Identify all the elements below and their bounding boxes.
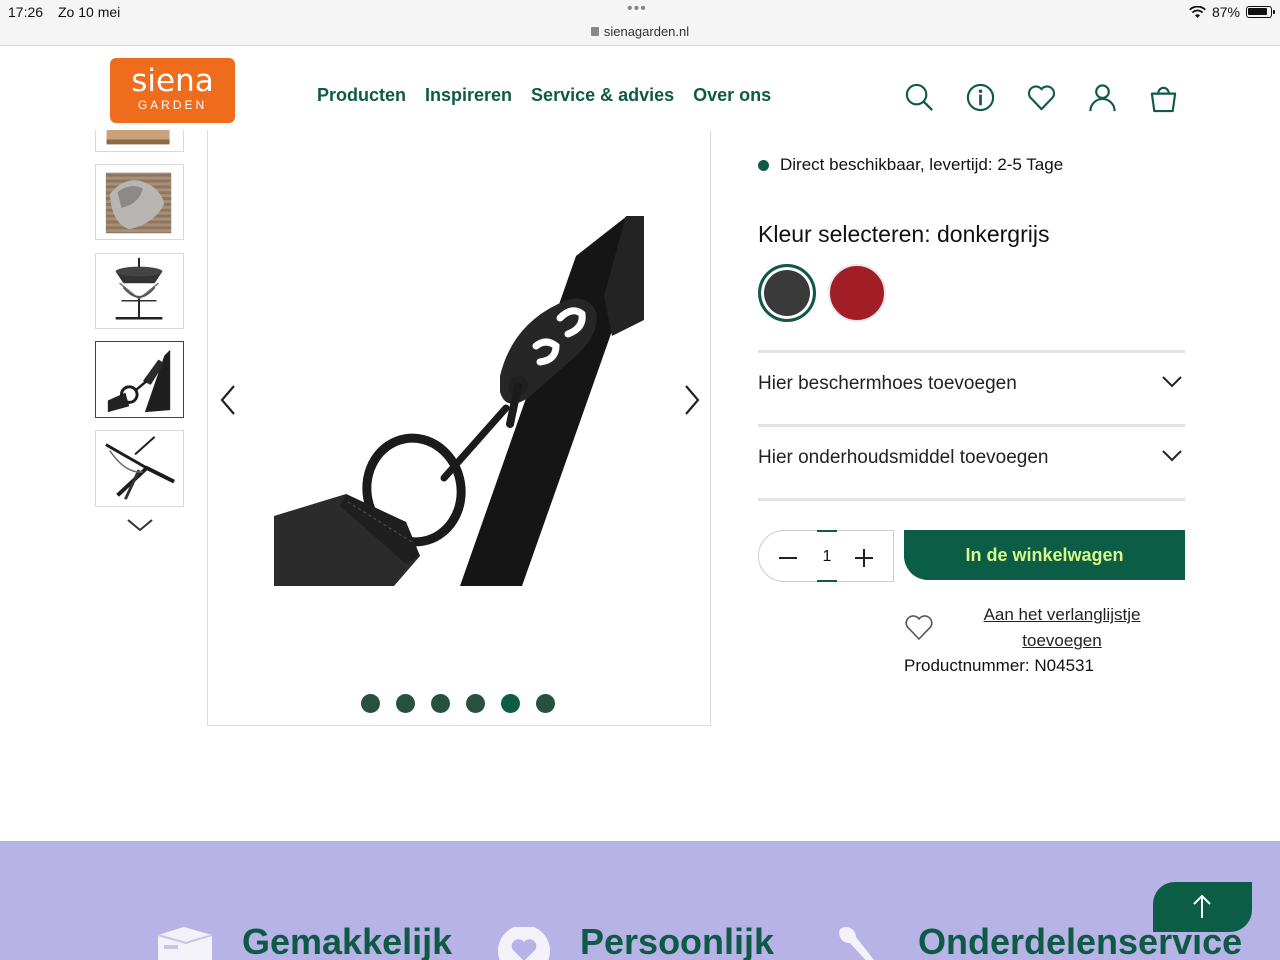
main-nav: Producten Inspireren Service & advies Ov… — [317, 85, 771, 106]
heart-icon[interactable] — [1026, 82, 1057, 113]
box-icon — [157, 927, 213, 960]
heart-badge-icon — [498, 927, 550, 960]
status-right: 87% — [1189, 4, 1275, 20]
thumb-image — [107, 349, 171, 413]
decrease-quantity-button[interactable] — [779, 557, 797, 559]
accordion-divider — [758, 498, 1185, 501]
thumb-image — [106, 130, 170, 145]
nav-over-ons[interactable]: Over ons — [693, 85, 771, 106]
info-icon[interactable] — [965, 82, 996, 113]
logo-subline: GARDEN — [137, 98, 208, 112]
address-bar[interactable]: sienagarden.nl — [0, 24, 1280, 39]
quantity-stepper: 1 — [758, 530, 894, 582]
status-time: 17:26 — [8, 4, 44, 20]
usp-footer: Gemakkelijk Persoonlijk Onderdelenservic… — [0, 841, 1280, 960]
slide-dot-6[interactable] — [536, 694, 555, 713]
wrench-icon — [839, 927, 875, 960]
add-to-cart-button[interactable]: In de winkelwagen — [904, 530, 1185, 580]
logo-wordmark: siena — [131, 63, 214, 99]
back-to-top-button[interactable] — [1153, 882, 1252, 932]
slide-dot-1[interactable] — [361, 694, 380, 713]
nav-producten[interactable]: Producten — [317, 85, 406, 106]
next-image-arrow-icon[interactable] — [680, 383, 702, 417]
accordion-label: Hier onderhoudsmiddel toevoegen — [758, 447, 1049, 468]
color-swatch-donkergrijs[interactable] — [758, 264, 816, 322]
chevron-down-icon — [1162, 450, 1182, 462]
slide-pagination — [361, 694, 555, 713]
availability-status: Direct beschikbaar, levertijd: 2-5 Tage — [758, 155, 1063, 175]
thumbnail-2[interactable] — [95, 164, 184, 240]
url-text: sienagarden.nl — [603, 24, 690, 39]
quantity-input[interactable]: 1 — [817, 548, 837, 566]
nav-service-advies[interactable]: Service & advies — [531, 85, 674, 106]
thumbnail-4-selected[interactable] — [95, 341, 184, 418]
thumbnail-3[interactable] — [95, 253, 184, 329]
product-number: Productnummer: N04531 — [904, 656, 1094, 675]
thumb-image — [105, 436, 175, 500]
search-icon[interactable] — [904, 82, 935, 113]
thumbnail-1[interactable] — [95, 130, 184, 152]
thumbnail-5[interactable] — [95, 430, 184, 507]
thumbnails-down-arrow-icon[interactable] — [126, 515, 154, 535]
nav-inspireren[interactable]: Inspireren — [425, 85, 512, 106]
color-select-label: Kleur selecteren: donkergrijs — [758, 221, 1050, 247]
product-image-frame — [207, 130, 711, 726]
slide-dot-3[interactable] — [431, 694, 450, 713]
chevron-down-icon — [1162, 376, 1182, 388]
add-to-wishlist-link[interactable]: Aan het verlanglijstje toevoegen — [962, 602, 1162, 654]
availability-dot-icon — [758, 159, 769, 171]
bag-icon[interactable] — [1148, 82, 1179, 113]
quantity-underline-top — [817, 530, 837, 532]
user-icon[interactable] — [1087, 82, 1118, 113]
wishlist-line-1: Aan het verlanglijstje — [983, 605, 1141, 624]
accordion-label: Hier beschermhoes toevoegen — [758, 373, 1017, 394]
slide-dot-5-active[interactable] — [501, 694, 520, 713]
slide-dot-2[interactable] — [396, 694, 415, 713]
thumb-image — [115, 257, 163, 320]
usp-persoonlijk: Persoonlijk — [580, 921, 775, 960]
battery-percent: 87% — [1211, 4, 1240, 20]
usp-gemakkelijk: Gemakkelijk — [242, 921, 453, 960]
color-swatch-rood[interactable] — [828, 264, 886, 322]
product-main-image — [274, 216, 644, 586]
thumb-image — [105, 172, 172, 234]
status-date: Zo 10 mei — [58, 4, 121, 20]
ios-status-bar: 17:26 Zo 10 mei ••• sienagarden.nl 87% — [0, 0, 1280, 46]
header-icons — [904, 82, 1179, 113]
prev-image-arrow-icon[interactable] — [218, 383, 240, 417]
availability-text: Direct beschikbaar, levertijd: 2-5 Tage — [780, 155, 1064, 174]
increase-quantity-button[interactable] — [855, 549, 873, 567]
accordion-onderhoudsmiddel[interactable]: Hier onderhoudsmiddel toevoegen — [758, 424, 1185, 496]
lock-icon — [590, 27, 599, 36]
accordion-beschermhoes[interactable]: Hier beschermhoes toevoegen — [758, 350, 1185, 422]
more-dots-icon[interactable]: ••• — [627, 0, 647, 18]
arrow-up-icon — [1193, 894, 1211, 918]
slide-dot-4[interactable] — [466, 694, 485, 713]
battery-icon — [1246, 6, 1275, 18]
siena-garden-logo[interactable]: siena GARDEN — [110, 58, 235, 123]
wifi-icon — [1189, 5, 1206, 18]
quantity-underline-bottom — [817, 580, 837, 582]
wishlist-line-2: toevoegen — [1022, 631, 1102, 650]
wishlist-heart-icon[interactable] — [904, 613, 934, 641]
